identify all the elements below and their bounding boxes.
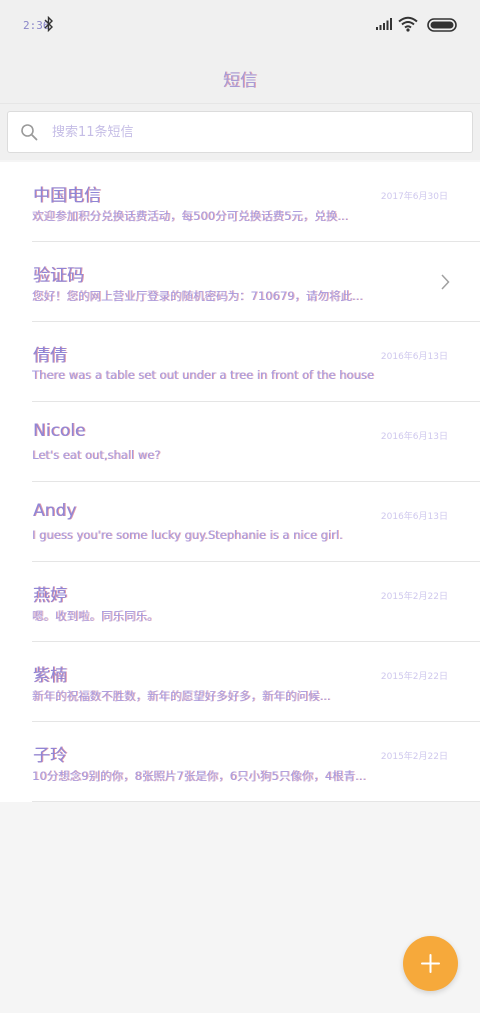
search-icon — [21, 124, 38, 141]
list-item[interactable]: 燕婷 2015年2月22日 嗯。收到啦。同乐同乐。 — [0, 562, 480, 642]
list-item[interactable]: 倩倩 2016年6月13日 There was a table set out … — [0, 322, 480, 402]
message-preview: I guess you're some lucky guy.Stephanie … — [32, 528, 343, 542]
list-item[interactable]: Nicole 2016年6月13日 Let's eat out,shall we… — [0, 402, 480, 482]
signal-icon — [376, 18, 392, 30]
plus-icon — [421, 954, 440, 973]
contact-name: Andy — [33, 501, 77, 521]
list-item[interactable]: 紫楠 2015年2月22日 新年的祝福数不胜数，新年的愿望好多好多，新年的问候.… — [0, 642, 480, 722]
contact-name: 子玲 — [33, 746, 67, 766]
message-date: 2016年6月13日 — [380, 512, 448, 522]
message-preview: 10分想念9别的你，8张照片7张是你，6只小狗5只像你，4根青... — [32, 769, 366, 783]
message-preview: 新年的祝福数不胜数，新年的愿望好多好多，新年的问候... — [32, 689, 331, 703]
contact-name: 倩倩 — [33, 346, 67, 366]
search-input[interactable] — [52, 112, 462, 152]
wifi-icon — [398, 16, 418, 32]
new-message-button[interactable] — [403, 936, 458, 991]
list-item[interactable]: 中国电信 2017年6月30日 欢迎参加积分兑换话费活动，每500分可兑换话费5… — [0, 162, 480, 242]
page-title: 短信 — [223, 71, 257, 91]
chevron-right-icon[interactable] — [440, 274, 450, 290]
list-item[interactable]: 子玲 2015年2月22日 10分想念9别的你，8张照片7张是你，6只小狗5只像… — [0, 722, 480, 802]
status-bar: 2:36 — [0, 0, 480, 52]
message-preview: 欢迎参加积分兑换话费活动，每500分可兑换话费5元，兑换... — [32, 209, 349, 223]
bluetooth-icon — [44, 16, 53, 32]
message-date: 2015年2月22日 — [380, 752, 448, 762]
app-header: 短信 — [0, 52, 480, 104]
search-bar — [0, 104, 480, 160]
message-preview: Let's eat out,shall we? — [32, 448, 161, 462]
message-date: 2017年6月30日 — [380, 192, 448, 202]
list-item[interactable]: Andy 2016年6月13日 I guess you're some luck… — [0, 482, 480, 562]
contact-name: 验证码 — [33, 266, 84, 286]
search-box[interactable] — [7, 111, 473, 153]
list-item[interactable]: 验证码 您好！您的网上营业厅登录的随机密码为：710679，请勿将此... — [0, 242, 480, 322]
message-date: 2015年2月22日 — [380, 672, 448, 682]
message-preview: 您好！您的网上营业厅登录的随机密码为：710679，请勿将此... — [32, 289, 363, 303]
contact-name: 紫楠 — [33, 666, 67, 686]
message-list: 中国电信 2017年6月30日 欢迎参加积分兑换话费活动，每500分可兑换话费5… — [0, 162, 480, 802]
message-date: 2016年6月13日 — [380, 432, 448, 442]
contact-name: 中国电信 — [33, 186, 101, 206]
message-preview: There was a table set out under a tree i… — [32, 368, 374, 382]
message-date: 2015年2月22日 — [380, 592, 448, 602]
divider — [32, 801, 480, 802]
contact-name: 燕婷 — [33, 586, 67, 606]
contact-name: Nicole — [33, 421, 86, 441]
message-date: 2016年6月13日 — [380, 352, 448, 362]
battery-icon — [427, 18, 457, 32]
message-preview: 嗯。收到啦。同乐同乐。 — [32, 609, 159, 623]
